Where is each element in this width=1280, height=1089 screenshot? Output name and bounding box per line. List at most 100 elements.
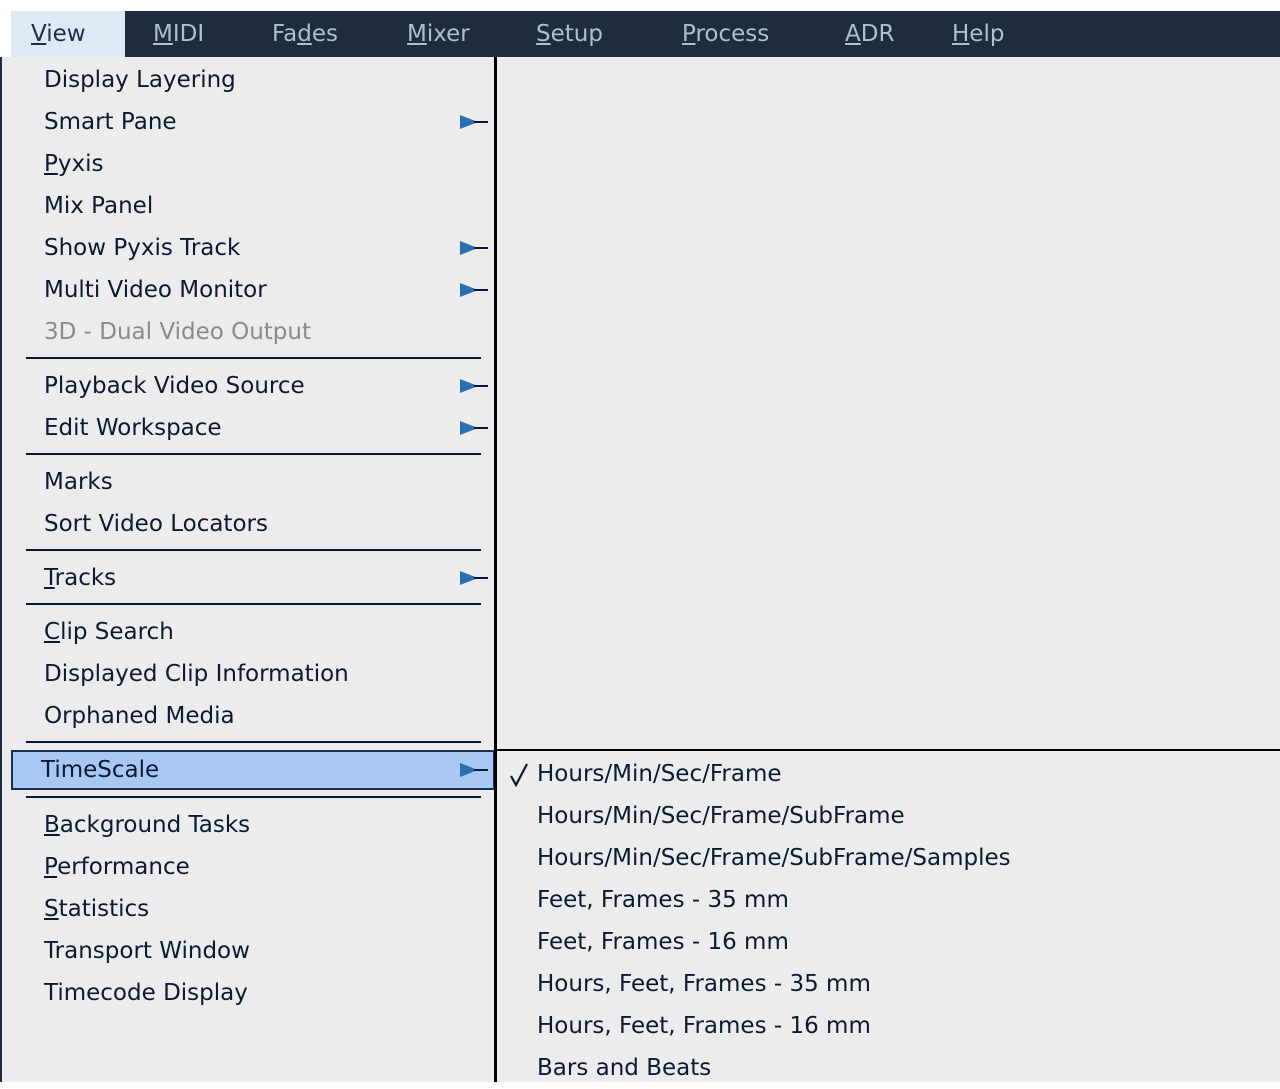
menu-item-label: 3D - Dual Video Output <box>44 319 311 345</box>
menu-process-rest: rocess <box>695 21 770 47</box>
menu-item-label: Timecode Display <box>44 980 248 1006</box>
menu-item-multi-video-monitor[interactable]: Multi Video Monitor <box>14 270 494 310</box>
submenu-arrow-icon <box>460 283 488 297</box>
menu-item-label: TimeScale <box>41 757 160 783</box>
menu-item-performance[interactable]: Performance <box>14 847 494 887</box>
menu-item-accel: P <box>44 854 58 880</box>
submenu-item-label: Hours, Feet, Frames - 35 mm <box>537 971 871 997</box>
menu-item-mix-panel[interactable]: Mix Panel <box>14 186 494 226</box>
menu-item-accel: S <box>44 896 59 922</box>
menu-midi-rest: IDI <box>172 21 205 47</box>
menu-item-label: Playback Video Source <box>44 373 305 399</box>
menu-item-transport-window[interactable]: Transport Window <box>14 931 494 971</box>
submenu-item-feet-frames-35[interactable]: Feet, Frames - 35 mm <box>497 879 1280 921</box>
menu-view-accel: V <box>31 21 47 47</box>
menu-item-label: Transport Window <box>44 938 250 964</box>
menu-item-label: Sort Video Locators <box>44 511 268 537</box>
menu-item-accel: T <box>44 565 55 591</box>
menu-item-pyxis[interactable]: Pyxis <box>14 144 494 184</box>
submenu-item-bars-and-beats[interactable]: Bars and Beats <box>497 1047 1280 1089</box>
submenu-item-hours-feet-frames-35[interactable]: Hours, Feet, Frames - 35 mm <box>497 963 1280 1005</box>
menu-item-timecode-display[interactable]: Timecode Display <box>14 973 494 1013</box>
menu-item-accel: P <box>44 151 58 177</box>
menu-item-displayed-clip-information[interactable]: Displayed Clip Information <box>14 654 494 694</box>
submenu-item-label: Bars and Beats <box>537 1055 712 1081</box>
menu-process[interactable]: Process <box>682 11 769 57</box>
menu-item-label: Smart Pane <box>44 109 177 135</box>
menu-setup-accel: S <box>536 21 551 47</box>
menu-process-accel: P <box>682 21 696 47</box>
menu-mixer-accel: M <box>407 21 427 47</box>
menu-item-statistics[interactable]: Statistics <box>14 889 494 929</box>
menu-item-label: Marks <box>44 469 113 495</box>
menu-view-rest: iew <box>46 21 86 47</box>
menu-separator <box>26 549 481 551</box>
menu-view[interactable]: View <box>11 11 125 57</box>
submenu-item-label: Hours/Min/Sec/Frame/SubFrame/Samples <box>537 845 1011 871</box>
menu-separator <box>26 796 481 798</box>
menu-adr-accel: A <box>845 21 861 47</box>
workspace-background <box>497 57 1280 750</box>
submenu-arrow-icon <box>460 241 488 255</box>
menu-item-timescale[interactable]: TimeScale <box>11 750 495 790</box>
menu-mixer[interactable]: Mixer <box>407 11 470 57</box>
submenu-arrow-icon <box>460 763 488 777</box>
menu-help-rest: elp <box>969 21 1005 47</box>
menu-mixer-rest: ixer <box>426 21 470 47</box>
menu-item-label: Edit Workspace <box>44 415 222 441</box>
menu-adr[interactable]: ADR <box>845 11 894 57</box>
menu-midi[interactable]: MIDI <box>153 11 204 57</box>
submenu-item-hms-frame-subframe-samples[interactable]: Hours/Min/Sec/Frame/SubFrame/Samples <box>497 837 1280 879</box>
menu-item-tracks[interactable]: Tracks <box>14 558 494 598</box>
menu-item-label: Orphaned Media <box>44 703 235 729</box>
menu-item-clip-search[interactable]: Clip Search <box>14 612 494 652</box>
submenu-arrow-icon <box>460 379 488 393</box>
menu-separator <box>26 357 481 359</box>
menu-item-display-layering[interactable]: Display Layering <box>14 60 494 100</box>
menu-item-label: yxis <box>57 151 104 177</box>
submenu-item-label: Hours/Min/Sec/Frame/SubFrame <box>537 803 905 829</box>
submenu-item-hours-feet-frames-16[interactable]: Hours, Feet, Frames - 16 mm <box>497 1005 1280 1047</box>
submenu-item-label: Hours, Feet, Frames - 16 mm <box>537 1013 871 1039</box>
menu-item-3d-dual-video-output: 3D - Dual Video Output <box>14 312 494 352</box>
menu-item-smart-pane[interactable]: Smart Pane <box>14 102 494 142</box>
view-menu: Display Layering Smart Pane Pyxis Mix Pa… <box>0 57 496 1082</box>
menu-setup-rest: etup <box>550 21 603 47</box>
submenu-item-label: Feet, Frames - 35 mm <box>537 887 789 913</box>
menu-fades-pre: Fa <box>272 21 298 47</box>
menu-fades-rest: es <box>311 21 338 47</box>
menu-item-accel: C <box>44 619 61 645</box>
submenu-arrow-icon <box>460 421 488 435</box>
menu-separator <box>26 603 481 605</box>
menu-item-label: erformance <box>57 854 190 880</box>
menu-fades[interactable]: Fades <box>272 11 338 57</box>
menu-item-edit-workspace[interactable]: Edit Workspace <box>14 408 494 448</box>
menu-item-marks[interactable]: Marks <box>14 462 494 502</box>
menu-setup[interactable]: Setup <box>536 11 603 57</box>
menu-fades-accel: d <box>297 21 312 47</box>
menu-item-show-pyxis-track[interactable]: Show Pyxis Track <box>14 228 494 268</box>
submenu-item-label: Feet, Frames - 16 mm <box>537 929 789 955</box>
menu-bar: View MIDI Fades Mixer Setup Process ADR … <box>11 11 1280 57</box>
submenu-item-hms-frame[interactable]: Hours/Min/Sec/Frame <box>497 753 1280 795</box>
submenu-arrow-icon <box>460 571 488 585</box>
menu-item-label: Display Layering <box>44 67 236 93</box>
menu-item-sort-video-locators[interactable]: Sort Video Locators <box>14 504 494 544</box>
menu-item-label: Displayed Clip Information <box>44 661 349 687</box>
menu-item-label: lip Search <box>60 619 174 645</box>
menu-separator <box>26 453 481 455</box>
menu-item-background-tasks[interactable]: Background Tasks <box>14 805 494 845</box>
submenu-item-hms-frame-subframe[interactable]: Hours/Min/Sec/Frame/SubFrame <box>497 795 1280 837</box>
menu-item-label: racks <box>54 565 117 591</box>
submenu-item-feet-frames-16[interactable]: Feet, Frames - 16 mm <box>497 921 1280 963</box>
menu-separator <box>26 741 481 743</box>
submenu-item-label: Hours/Min/Sec/Frame <box>537 761 782 787</box>
menu-item-label: Multi Video Monitor <box>44 277 267 303</box>
menu-item-playback-video-source[interactable]: Playback Video Source <box>14 366 494 406</box>
submenu-arrow-icon <box>460 115 488 129</box>
menu-item-label: tatistics <box>58 896 150 922</box>
menu-item-label: Show Pyxis Track <box>44 235 241 261</box>
check-icon <box>510 763 528 787</box>
menu-help[interactable]: Help <box>952 11 1004 57</box>
menu-item-orphaned-media[interactable]: Orphaned Media <box>14 696 494 736</box>
